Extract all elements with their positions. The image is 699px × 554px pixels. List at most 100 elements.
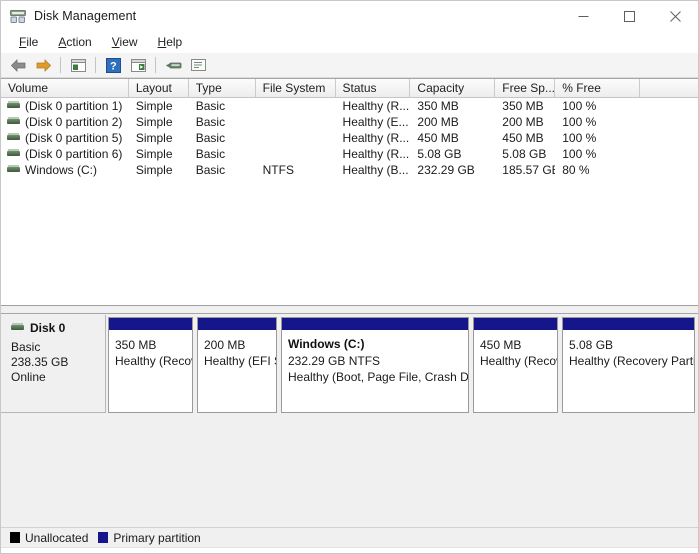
volume-icon [7, 101, 20, 111]
toolbar: ? [1, 53, 698, 78]
title-bar: Disk Management [1, 1, 698, 31]
legend-swatch-unallocated [10, 532, 20, 543]
disk-state: Online [11, 370, 46, 384]
menu-help[interactable]: Help [149, 33, 192, 51]
table-row[interactable]: (Disk 0 partition 6) Simple Basic Healthy (… [1, 146, 698, 162]
pane-splitter[interactable] [1, 306, 698, 313]
legend-label-unallocated: Unallocated [25, 530, 89, 545]
volume-list-pane: Volume Layout Type File System Status Ca… [1, 78, 698, 306]
partition-block[interactable]: 350 MB Healthy (Recov [108, 317, 193, 413]
disk-name: Disk 0 [30, 321, 66, 335]
table-row[interactable]: Windows (C:) Simple Basic NTFS Healthy (B...… [1, 162, 698, 178]
cell-volume-label: (Disk 0 partition 2) [25, 115, 123, 129]
rescan-disks-icon[interactable] [161, 54, 185, 76]
disk-icon [11, 323, 24, 333]
cell-status: Healthy (R... [342, 131, 410, 145]
menu-help-rest: elp [166, 35, 183, 49]
cell-free-space: 200 MB [502, 115, 544, 129]
menu-view-rest: iew [119, 35, 138, 49]
volume-icon [7, 133, 20, 143]
cell-volume-label: Windows (C:) [25, 163, 98, 177]
forward-arrow-icon[interactable] [31, 54, 55, 76]
cell-capacity: 5.08 GB [417, 147, 462, 161]
partition-block[interactable]: Windows (C:) 232.29 GB NTFS Healthy (Boot,… [281, 317, 469, 413]
column-header-type[interactable]: Type [188, 79, 256, 97]
cell-free-space: 185.57 GB [502, 163, 556, 177]
help-icon[interactable]: ? [101, 54, 125, 76]
legend-label-primary-partition: Primary partition [113, 530, 201, 545]
cell-free-space: 350 MB [502, 99, 544, 113]
column-header-volume[interactable]: Volume [1, 79, 129, 97]
partition-color-bar [474, 318, 557, 331]
cell-volume-label: (Disk 0 partition 1) [25, 99, 123, 113]
cell-free-space: 5.08 GB [502, 147, 547, 161]
cell-layout: Simple [135, 131, 173, 145]
cell-percent-free: 100 % [562, 99, 597, 113]
cell-capacity: 450 MB [417, 131, 459, 145]
partition-block[interactable]: 5.08 GB Healthy (Recovery Partit [562, 317, 695, 413]
menu-file-rest: ile [26, 35, 39, 49]
cell-volume: (Disk 0 partition 5) [1, 131, 129, 145]
cell-capacity: 232.29 GB [417, 163, 475, 177]
cell-type: Basic [195, 115, 226, 129]
cell-type: Basic [195, 147, 226, 161]
cell-percent-free: 100 % [562, 131, 597, 145]
cell-volume-label: (Disk 0 partition 6) [25, 147, 123, 161]
partition-size: 5.08 GB [569, 338, 614, 352]
title-bar-left: Disk Management [1, 9, 136, 24]
svg-text:?: ? [110, 60, 117, 72]
cell-volume: (Disk 0 partition 1) [1, 99, 129, 113]
partition-size: 450 MB [480, 338, 522, 352]
column-header-spacer[interactable] [640, 79, 698, 97]
cell-status: Healthy (B... [342, 163, 409, 177]
partition-color-bar [282, 318, 468, 331]
menu-file[interactable]: File [10, 33, 47, 51]
show-hide-console-tree-icon[interactable] [66, 54, 90, 76]
close-button[interactable] [652, 1, 698, 31]
cell-volume-label: (Disk 0 partition 5) [25, 131, 123, 145]
disk-type: Basic [11, 340, 41, 354]
window-controls [560, 1, 698, 31]
disk-row: Disk 0 Basic 238.35 GB Online 350 MB Heal… [1, 315, 698, 413]
cell-capacity: 200 MB [417, 115, 459, 129]
partition-status: Healthy (Recove [480, 354, 557, 368]
column-header-status[interactable]: Status [335, 79, 411, 97]
table-row[interactable]: (Disk 0 partition 1) Simple Basic Healthy (… [1, 98, 698, 114]
maximize-button[interactable] [606, 1, 652, 31]
disk-header: Disk 0 [11, 321, 105, 335]
partition-color-bar [198, 318, 276, 331]
column-header-free-space[interactable]: Free Sp... [495, 79, 556, 97]
partition-block[interactable]: 450 MB Healthy (Recove [473, 317, 558, 413]
show-hide-action-pane-icon[interactable] [126, 54, 150, 76]
partition-size: 232.29 GB NTFS [288, 354, 381, 368]
disk-info-panel[interactable]: Disk 0 Basic 238.35 GB Online [1, 315, 106, 413]
menu-view[interactable]: View [103, 33, 147, 51]
menu-action-rest: ction [66, 35, 92, 49]
volume-icon [7, 149, 20, 159]
column-header-file-system[interactable]: File System [255, 79, 336, 97]
cell-percent-free: 80 % [562, 163, 590, 177]
volume-list-rows: (Disk 0 partition 1) Simple Basic Healthy (… [1, 98, 698, 178]
cell-volume: (Disk 0 partition 6) [1, 147, 129, 161]
table-row[interactable]: (Disk 0 partition 5) Simple Basic Healthy (… [1, 130, 698, 146]
properties-icon[interactable] [186, 54, 210, 76]
cell-free-space: 450 MB [502, 131, 544, 145]
cell-layout: Simple [135, 147, 173, 161]
partition-strip: 350 MB Healthy (Recov 200 MB Healthy (EFI S… [106, 315, 698, 413]
partition-status: Healthy (Recov [115, 354, 192, 368]
table-row[interactable]: (Disk 0 partition 2) Simple Basic Healthy (… [1, 114, 698, 130]
menu-action[interactable]: Action [49, 33, 100, 51]
partition-status: Healthy (Boot, Page File, Crash Dum [288, 370, 468, 384]
legend: Unallocated Primary partition [1, 527, 698, 547]
column-header-capacity[interactable]: Capacity [410, 79, 496, 97]
column-header-layout[interactable]: Layout [128, 79, 189, 97]
disk-size: 238.35 GB [11, 355, 69, 369]
partition-block[interactable]: 200 MB Healthy (EFI S [197, 317, 277, 413]
partition-title: Windows (C:) [288, 337, 365, 351]
back-arrow-icon[interactable] [6, 54, 30, 76]
cell-file-system: NTFS [262, 163, 294, 177]
volume-icon [7, 165, 20, 175]
cell-status: Healthy (E... [342, 115, 409, 129]
column-header-percent-free[interactable]: % Free [555, 79, 641, 97]
minimize-button[interactable] [560, 1, 606, 31]
